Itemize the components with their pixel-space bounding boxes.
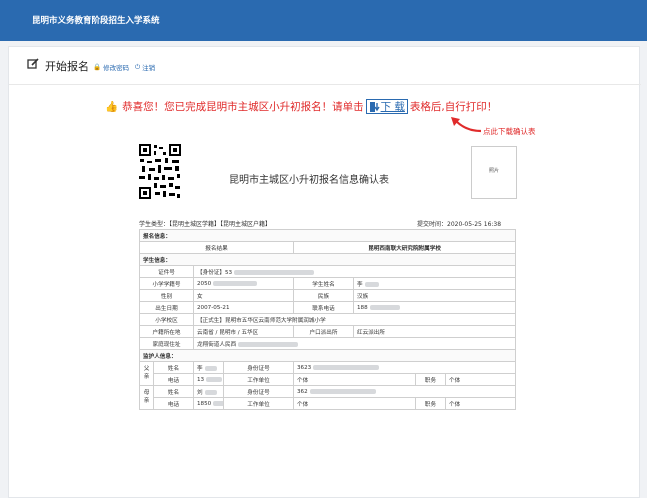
success-notice: 👍 恭喜您！您已完成昆明市主城区小升初报名！请单击 下 载 表格后,自行打印！ bbox=[105, 99, 497, 114]
arrow-icon bbox=[451, 117, 482, 133]
police-value: 红云派出所 bbox=[352, 325, 517, 338]
m-name-label: 姓名 bbox=[153, 385, 194, 398]
logout-label: 注销 bbox=[142, 64, 156, 72]
f-name-value: 李 bbox=[193, 361, 224, 374]
birth-label: 出生日期 bbox=[139, 301, 194, 314]
mother-label: 母亲 bbox=[139, 385, 154, 410]
f-duty-value: 个体 bbox=[444, 373, 517, 386]
qr-code bbox=[139, 144, 181, 199]
hukou-value: 云南省 / 昆明市 / 五华区 bbox=[193, 325, 294, 338]
birth-value: 2007-05-21 bbox=[193, 301, 294, 314]
main-card: 开始报名 🔒 修改密码 ⏻ 注销 👍 恭喜您！您已完成昆明市主城区小升初报名！请… bbox=[8, 46, 641, 498]
power-icon: ⏻ bbox=[135, 62, 141, 71]
addr-label: 家庭现住址 bbox=[139, 337, 194, 350]
section-apply: 报名信息： bbox=[138, 229, 517, 242]
app-title: 昆明市义务教育阶段招生入学系统 bbox=[32, 16, 160, 26]
gender-label: 性别 bbox=[139, 289, 194, 302]
download-label: 下 载 bbox=[380, 101, 405, 113]
result-value: 昆明西南联大研究院附属学校 bbox=[292, 241, 517, 254]
logout-link[interactable]: ⏻ 注销 bbox=[135, 62, 156, 73]
stuno-value: 2050 bbox=[193, 277, 294, 290]
school-label: 小学校区 bbox=[139, 313, 194, 326]
name-label: 学生姓名 bbox=[293, 277, 354, 290]
m-duty-label: 职务 bbox=[415, 397, 446, 410]
change-password-link[interactable]: 🔒 修改密码 bbox=[93, 62, 129, 72]
phone-label: 联系电话 bbox=[293, 301, 354, 314]
f-name-label: 姓名 bbox=[153, 361, 194, 374]
name-value: 李 bbox=[352, 277, 517, 290]
submit-time: 提交时间：2020-05-25 16:38 bbox=[417, 221, 502, 228]
gender-value: 女 bbox=[193, 289, 294, 302]
id-value: 【身份证】53 bbox=[192, 265, 517, 278]
m-duty-value: 个体 bbox=[444, 397, 517, 410]
m-name-value: 刘 bbox=[193, 385, 224, 398]
f-phone-value: 13 bbox=[193, 373, 224, 386]
father-label: 父亲 bbox=[139, 361, 154, 386]
section-guardian: 监护人信息： bbox=[138, 349, 517, 362]
nation-label: 民族 bbox=[293, 289, 354, 302]
m-work-label: 工作单位 bbox=[223, 397, 294, 410]
m-id-value: 362 bbox=[292, 385, 517, 398]
card-header: 开始报名 🔒 修改密码 ⏻ 注销 bbox=[9, 47, 641, 85]
nation-value: 汉族 bbox=[352, 289, 517, 302]
student-type: 学生类型：【昆明主城区学籍】【昆明主城区户籍】 bbox=[139, 221, 272, 228]
stuno-label: 小学学籍号 bbox=[139, 277, 194, 290]
section-student: 学生信息： bbox=[138, 253, 517, 266]
confirmation-table: 报名信息： 报名结果 昆明西南联大研究院附属学校 学生信息： 证件号 【身份证】… bbox=[138, 229, 517, 410]
addr-value: 龙翔街道人民西 bbox=[192, 337, 517, 350]
f-duty-label: 职务 bbox=[415, 373, 446, 386]
school-value: 【正式生】昆明市五华区云南师范大学附属润城小学 bbox=[192, 313, 517, 326]
form-title: 昆明市主城区小升初报名信息确认表 bbox=[229, 175, 389, 186]
m-work-value: 个体 bbox=[293, 397, 416, 410]
change-password-label: 修改密码 bbox=[103, 64, 130, 72]
f-phone-label: 电话 bbox=[153, 373, 194, 386]
page-title: 开始报名 bbox=[45, 60, 89, 73]
photo-placeholder: 照片 bbox=[471, 146, 517, 199]
top-bar: 昆明市义务教育阶段招生入学系统 bbox=[0, 0, 647, 41]
phone-value: 188 bbox=[352, 301, 517, 314]
hukou-label: 户籍所在地 bbox=[139, 325, 194, 338]
result-label: 报名结果 bbox=[139, 241, 294, 254]
f-id-value: 3623 bbox=[292, 361, 517, 374]
notice-text-before: 恭喜您！您已完成昆明市主城区小升初报名！请单击 bbox=[122, 101, 364, 113]
lock-icon: 🔒 bbox=[93, 63, 102, 71]
edit-icon bbox=[27, 58, 39, 69]
download-icon bbox=[369, 101, 380, 112]
m-id-label: 身份证号 bbox=[223, 385, 294, 398]
download-hint: 点此下载确认表 bbox=[483, 127, 536, 136]
notice-text-after: 表格后,自行打印！ bbox=[409, 101, 498, 113]
f-work-value: 个体 bbox=[293, 373, 416, 386]
thumbs-up-icon: 👍 bbox=[105, 101, 119, 113]
f-id-label: 身份证号 bbox=[223, 361, 294, 374]
m-phone-label: 电话 bbox=[153, 397, 194, 410]
id-label: 证件号 bbox=[139, 265, 194, 278]
police-label: 户口派出所 bbox=[293, 325, 354, 338]
download-button[interactable]: 下 载 bbox=[365, 99, 408, 114]
m-phone-value: 1850 bbox=[193, 397, 224, 410]
f-work-label: 工作单位 bbox=[223, 373, 294, 386]
